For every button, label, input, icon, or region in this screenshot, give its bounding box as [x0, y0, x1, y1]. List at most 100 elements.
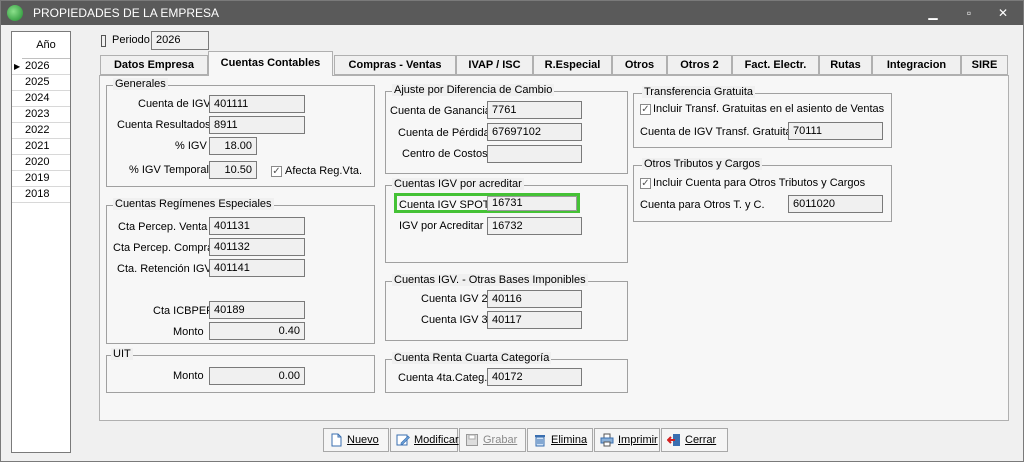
- tab-fact-electr[interactable]: Fact. Electr.: [732, 55, 819, 75]
- imprimir-button[interactable]: Imprimir: [594, 428, 660, 452]
- tab-r-especial[interactable]: R.Especial: [533, 55, 612, 75]
- year-value: 2022: [25, 124, 50, 136]
- percep-compra-field[interactable]: 401132: [209, 238, 305, 256]
- afecta-reg-vta-label: Afecta Reg.Vta.: [285, 165, 363, 177]
- group-otros-tributos: Otros Tributos y Cargos: [633, 158, 892, 222]
- grabar-label: Grabar: [483, 434, 518, 446]
- window-title: PROPIEDADES DE LA EMPRESA: [33, 6, 220, 20]
- year-list[interactable]: Año ▶ 2026 2025 2024 2023 2022 2021 2020 …: [11, 31, 71, 453]
- year-row[interactable]: 2019: [12, 171, 70, 187]
- year-row[interactable]: 2022: [12, 123, 70, 139]
- properties-window: PROPIEDADES DE LA EMPRESA ▁ ▫ ✕ Año ▶ 202…: [0, 0, 1024, 462]
- group-title: Cuentas IGV por acreditar: [392, 178, 524, 190]
- imprimir-label: Imprimir: [618, 434, 658, 446]
- elimina-label: Elimina: [551, 434, 588, 446]
- cuenta-igv-3-label: Cuenta IGV 3: [421, 314, 488, 326]
- cuenta-ganancia-label: Cuenta de Ganancia: [390, 105, 491, 117]
- cuenta-transf-gratuita-field[interactable]: 70111: [788, 122, 883, 140]
- cuenta-4ta-field[interactable]: 40172: [487, 368, 582, 386]
- tab-otros-2[interactable]: Otros 2: [667, 55, 732, 75]
- year-row[interactable]: 2025: [12, 75, 70, 91]
- maximize-button[interactable]: ▫: [951, 1, 987, 25]
- periodo-field[interactable]: 2026: [151, 31, 209, 50]
- tab-datos-empresa[interactable]: Datos Empresa: [100, 55, 208, 75]
- tab-ivap-isc[interactable]: IVAP / ISC: [456, 55, 533, 75]
- transf-gratuitas-label: Incluir Transf. Gratuitas en el asiento …: [653, 103, 885, 115]
- percep-compra-label: Cta Percep. Compra: [113, 242, 214, 254]
- year-row[interactable]: 2024: [12, 91, 70, 107]
- uit-monto-field[interactable]: 0.00: [209, 367, 305, 385]
- year-value: 2021: [25, 140, 50, 152]
- cuenta-igv-spot-field[interactable]: 16731: [487, 196, 577, 211]
- tab-cuentas-contables[interactable]: Cuentas Contables: [208, 51, 333, 76]
- nuevo-button[interactable]: Nuevo: [323, 428, 389, 452]
- group-title: Ajuste por Diferencia de Cambio: [392, 84, 555, 96]
- save-icon: [466, 434, 478, 446]
- group-title: UIT: [111, 348, 133, 360]
- retencion-igv-label: Cta. Retención IGV: [117, 263, 212, 275]
- periodo-label: Periodo: [112, 34, 150, 46]
- exit-icon: [667, 434, 680, 446]
- group-title: Generales: [113, 78, 168, 90]
- monto-field[interactable]: 0.40: [209, 322, 305, 340]
- cuenta-igv-field[interactable]: 401111: [209, 95, 305, 113]
- otros-tributos-checkbox[interactable]: ✓: [640, 178, 651, 189]
- group-title: Cuentas IGV. - Otras Bases Imponibles: [392, 274, 588, 286]
- cuenta-igv-label: Cuenta de IGV: [138, 98, 211, 110]
- cuenta-ganancia-field[interactable]: 7761: [487, 101, 582, 119]
- year-row[interactable]: 2020: [12, 155, 70, 171]
- nuevo-label: Nuevo: [347, 434, 379, 446]
- monto-label: Monto: [173, 326, 204, 338]
- year-value: 2019: [25, 172, 50, 184]
- afecta-reg-vta-checkbox[interactable]: ✓: [271, 166, 282, 177]
- periodo-marker-icon: [101, 35, 106, 47]
- centro-costos-field[interactable]: [487, 145, 582, 163]
- icbper-label: Cta ICBPER: [153, 305, 215, 317]
- cuenta-igv-spot-label: Cuenta IGV SPOT: [399, 199, 490, 211]
- igv-por-acreditar-label: IGV por Acreditar: [399, 220, 484, 232]
- tab-otros[interactable]: Otros: [612, 55, 667, 75]
- close-button[interactable]: ✕: [985, 1, 1021, 25]
- tab-rutas[interactable]: Rutas: [819, 55, 872, 75]
- percep-venta-field[interactable]: 401131: [209, 217, 305, 235]
- cuenta-resultados-field[interactable]: 8911: [209, 116, 305, 134]
- year-row-selected[interactable]: ▶ 2026: [12, 59, 70, 75]
- tab-integracion[interactable]: Integracion: [872, 55, 961, 75]
- icbper-field[interactable]: 40189: [209, 301, 305, 319]
- cuenta-perdida-label: Cuenta de Pérdida: [398, 127, 490, 139]
- pct-igv-temporal-field[interactable]: 10.50: [209, 161, 257, 179]
- new-document-icon: [331, 433, 342, 447]
- tab-sire[interactable]: SIRE: [961, 55, 1008, 75]
- year-row[interactable]: 2023: [12, 107, 70, 123]
- app-logo-icon: [7, 5, 23, 21]
- pct-igv-field[interactable]: 18.00: [209, 137, 257, 155]
- uit-monto-label: Monto: [173, 370, 204, 382]
- cuenta-igv-2-field[interactable]: 40116: [487, 290, 582, 308]
- modificar-label: Modificar: [414, 434, 459, 446]
- year-row[interactable]: 2018: [12, 187, 70, 203]
- cuenta-otros-tyc-field[interactable]: 6011020: [788, 195, 883, 213]
- centro-costos-label: Centro de Costos: [402, 148, 488, 160]
- modificar-button[interactable]: Modificar: [390, 428, 459, 452]
- transf-gratuitas-checkbox[interactable]: ✓: [640, 104, 651, 115]
- year-row[interactable]: 2021: [12, 139, 70, 155]
- cuenta-igv-3-field[interactable]: 40117: [487, 311, 582, 329]
- year-value: 2018: [25, 188, 50, 200]
- percep-venta-label: Cta Percep. Venta: [118, 221, 208, 233]
- elimina-button[interactable]: Elimina: [527, 428, 593, 452]
- minimize-button[interactable]: ▁: [915, 1, 951, 25]
- year-value: 2023: [25, 108, 50, 120]
- grabar-button[interactable]: Grabar: [459, 428, 526, 452]
- year-value: 2026: [25, 60, 50, 72]
- retencion-igv-field[interactable]: 401141: [209, 259, 305, 277]
- tab-compras-ventas[interactable]: Compras - Ventas: [334, 55, 456, 75]
- cuenta-igv-2-label: Cuenta IGV 2: [421, 293, 488, 305]
- cuenta-perdida-field[interactable]: 67697102: [487, 123, 582, 141]
- year-column-header: Año: [22, 32, 70, 59]
- year-value: 2025: [25, 76, 50, 88]
- cuenta-transf-gratuita-label: Cuenta de IGV Transf. Gratuita: [640, 126, 792, 138]
- printer-icon: [600, 433, 614, 447]
- igv-por-acreditar-field[interactable]: 16732: [487, 217, 582, 235]
- year-value: 2024: [25, 92, 50, 104]
- cerrar-button[interactable]: Cerrar: [661, 428, 728, 452]
